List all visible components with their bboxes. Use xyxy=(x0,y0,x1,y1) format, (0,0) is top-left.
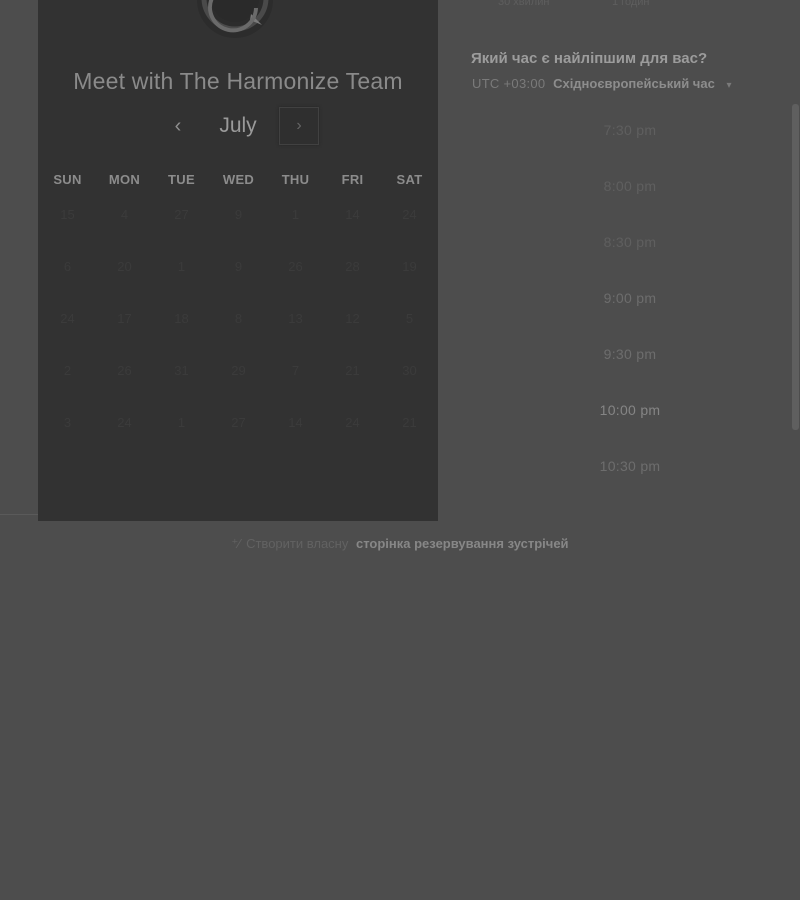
day-cell: 15 xyxy=(60,207,75,222)
weekday-header: SUN MON TUE WED THU FRI SAT xyxy=(38,172,438,188)
day-cell: 1 xyxy=(291,207,300,222)
prev-month-button[interactable]: ‹ xyxy=(164,112,192,140)
time-slot[interactable]: 7:30 pm xyxy=(560,122,700,138)
time-slot[interactable]: 9:00 pm xyxy=(560,290,700,306)
next-month-button[interactable]: › xyxy=(279,107,319,145)
timezone-selector[interactable]: UTC +03:00 Східноєвропейський час ▾ xyxy=(472,76,731,91)
day-cell: 1 xyxy=(177,415,186,430)
time-slot[interactable]: 10:30 pm xyxy=(560,458,700,474)
weekday-fri: FRI xyxy=(341,172,364,187)
timezone-offset: UTC +03:00 xyxy=(472,76,546,91)
day-cell: 29 xyxy=(231,363,246,378)
day-cell: 2 xyxy=(63,363,72,378)
time-slot[interactable]: 10:00 pm xyxy=(560,402,700,418)
day-cell: 24 xyxy=(345,415,360,430)
create-booking-page-link[interactable]: сторінка резервування зустрічей xyxy=(356,536,569,551)
duration-tabs: 30 хвилин 1 годин xyxy=(470,0,800,12)
day-cell: 3 xyxy=(63,415,72,430)
duration-option-30-min[interactable]: 30 хвилин xyxy=(498,0,549,8)
day-cell: 8 xyxy=(234,311,243,326)
calendar-card: Meet with The Harmonize Team ‹ July › SU… xyxy=(38,0,438,521)
day-cell: 9 xyxy=(234,207,243,222)
duration-option-1-hour[interactable]: 1 годин xyxy=(612,0,649,8)
day-cell: 6 xyxy=(63,259,72,274)
month-navigation: ‹ July › xyxy=(38,106,438,148)
day-cell: 4 xyxy=(120,207,129,222)
time-slot[interactable]: 8:30 pm xyxy=(560,234,700,250)
time-slot[interactable]: 9:30 pm xyxy=(560,346,700,362)
month-label: July xyxy=(219,114,257,137)
day-cell: 13 xyxy=(288,311,303,326)
weekday-wed: WED xyxy=(222,172,255,187)
day-cell: 18 xyxy=(174,311,189,326)
footer-prefix: Створити власну xyxy=(246,536,349,551)
day-cell: 21 xyxy=(345,363,360,378)
weekday-sat: SAT xyxy=(396,172,423,187)
day-cell: 21 xyxy=(402,415,417,430)
time-slots-scrollbar[interactable] xyxy=(792,104,799,430)
day-cell: 9 xyxy=(234,259,243,274)
day-cell: 14 xyxy=(288,415,303,430)
page-title: Meet with The Harmonize Team xyxy=(73,68,403,94)
day-cell: 27 xyxy=(174,207,189,222)
sparkle-icon: ⁺∕ xyxy=(231,536,241,551)
time-slot[interactable]: 8:00 pm xyxy=(560,178,700,194)
time-question: Який час є найліпшим для вас? xyxy=(471,50,708,67)
day-cell: 12 xyxy=(345,311,360,326)
day-cell: 24 xyxy=(60,311,75,326)
chat-bubble-icon xyxy=(197,0,273,38)
chevron-down-icon: ▾ xyxy=(726,80,732,91)
weekday-sun: SUN xyxy=(53,172,82,187)
day-cell: 1 xyxy=(177,259,186,274)
timezone-name: Східноєвропейський час xyxy=(553,76,715,91)
footer: ⁺∕ Створити власну сторінка резервування… xyxy=(0,536,800,552)
day-cell: 14 xyxy=(345,207,360,222)
day-cell: 31 xyxy=(174,363,189,378)
day-cell: 19 xyxy=(402,259,417,274)
day-cell: 24 xyxy=(117,415,132,430)
day-cell: 17 xyxy=(117,311,132,326)
divider xyxy=(0,514,40,515)
day-cell: 7 xyxy=(291,363,300,378)
day-cell: 26 xyxy=(288,259,303,274)
day-cell: 30 xyxy=(402,363,417,378)
weekday-thu: THU xyxy=(281,172,310,187)
weekday-mon: MON xyxy=(108,172,141,187)
weekday-tue: TUE xyxy=(168,172,195,187)
day-cell: 20 xyxy=(117,259,132,274)
day-cell: 24 xyxy=(402,207,417,222)
booking-page: 30 хвилин 1 годин Meet with The Harmoniz… xyxy=(0,0,800,900)
day-cell: 27 xyxy=(231,415,246,430)
day-cell: 28 xyxy=(345,259,360,274)
day-cell: 5 xyxy=(405,311,414,326)
day-cell: 26 xyxy=(117,363,132,378)
